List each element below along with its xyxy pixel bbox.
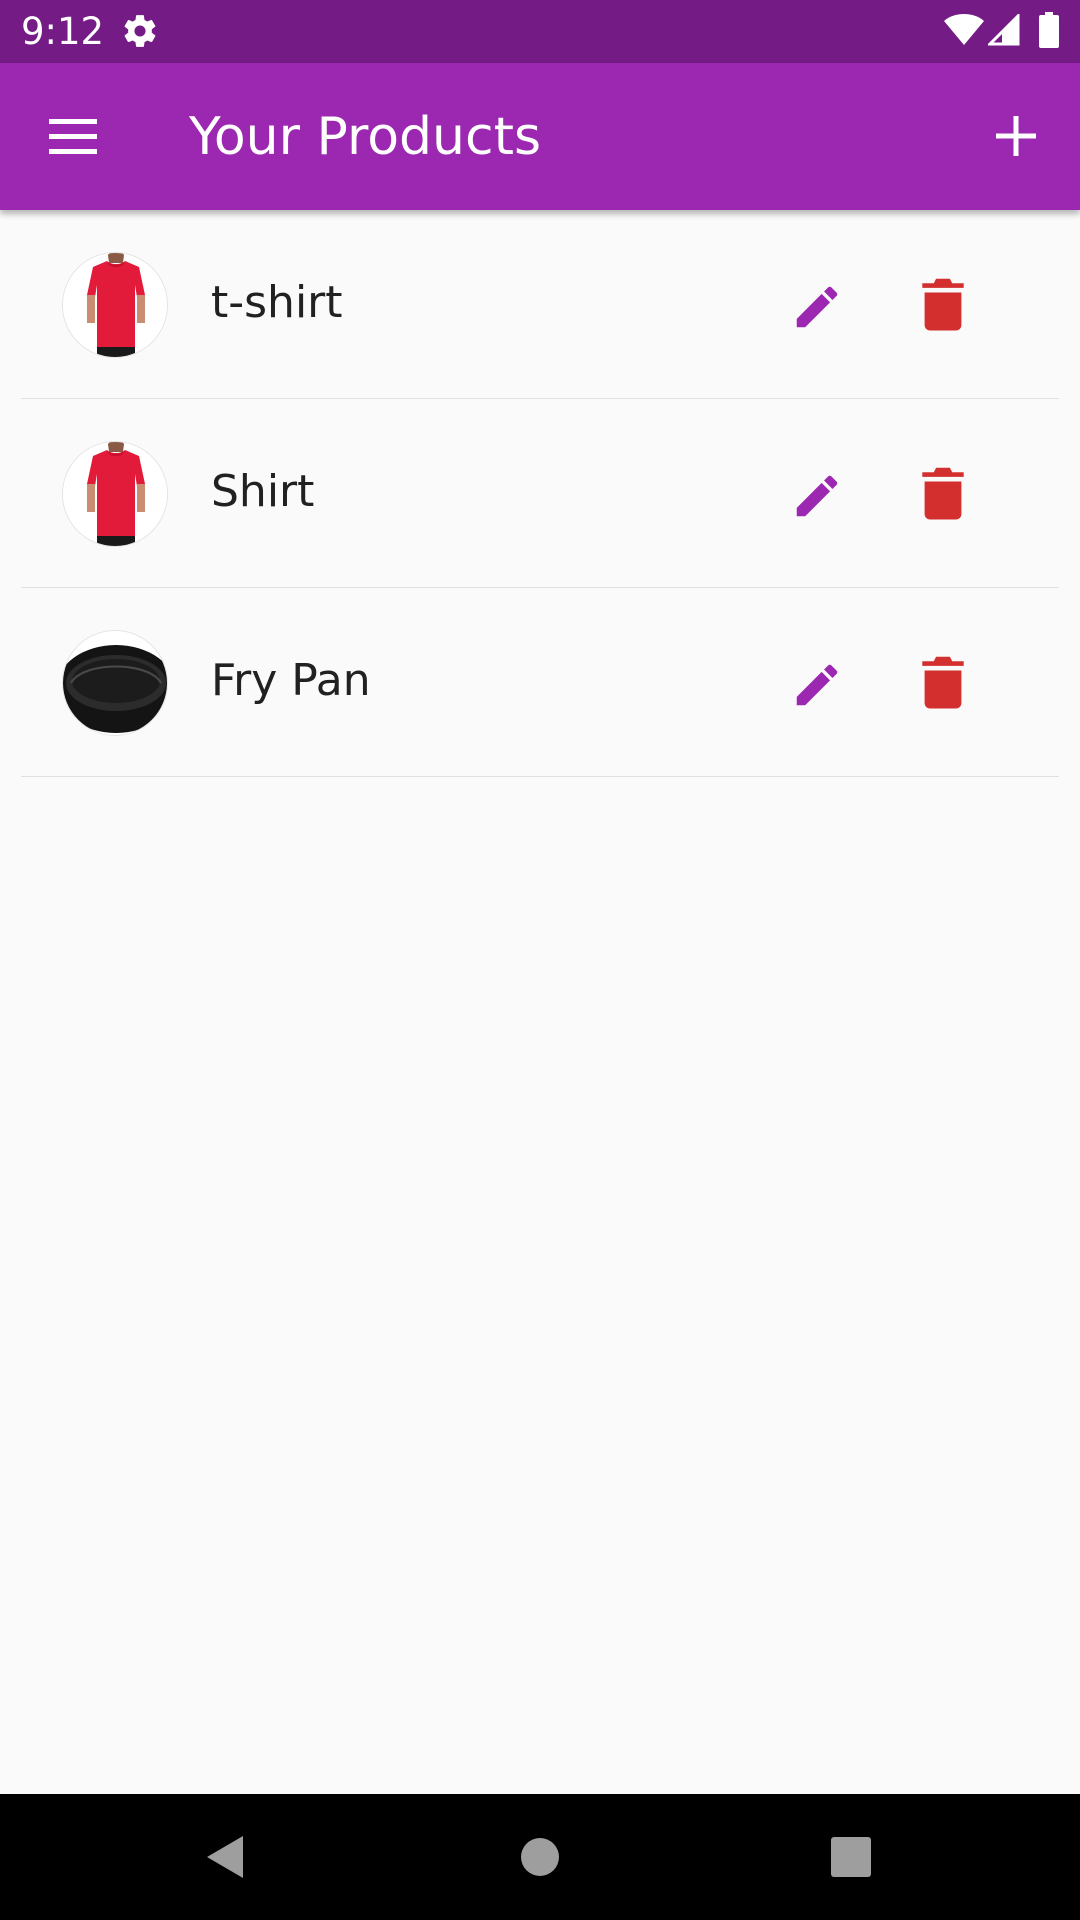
status-time: 9:12 xyxy=(21,10,105,53)
product-thumbnail xyxy=(62,252,168,358)
navigation-bar xyxy=(0,1794,1080,1920)
battery-icon xyxy=(1039,12,1059,48)
back-icon[interactable] xyxy=(205,1834,245,1880)
edit-button[interactable] xyxy=(790,469,844,523)
product-thumbnail xyxy=(62,630,168,736)
delete-button[interactable] xyxy=(920,465,966,521)
recents-icon[interactable] xyxy=(830,1836,872,1878)
settings-icon xyxy=(124,15,156,47)
edit-button[interactable] xyxy=(790,280,844,334)
edit-button[interactable] xyxy=(790,658,844,712)
product-thumbnail xyxy=(62,441,168,547)
page-title: Your Products xyxy=(189,107,542,167)
black-fry-pan-image xyxy=(63,631,167,735)
product-list: t-shirt Shirt Fry Pan xyxy=(0,210,1080,777)
menu-icon[interactable] xyxy=(44,113,102,159)
delete-button[interactable] xyxy=(920,654,966,710)
status-bar: 9:12 xyxy=(0,0,1080,63)
product-name: Shirt xyxy=(211,466,315,517)
product-row: Shirt xyxy=(0,399,1080,588)
delete-button[interactable] xyxy=(920,276,966,332)
add-icon[interactable] xyxy=(990,110,1042,162)
signal-icon xyxy=(988,14,1020,46)
product-name: Fry Pan xyxy=(211,655,371,706)
red-tshirt-image xyxy=(63,442,167,546)
app-bar: Your Products xyxy=(0,63,1080,210)
product-row: t-shirt xyxy=(0,210,1080,399)
product-name: t-shirt xyxy=(211,277,343,328)
wifi-icon xyxy=(944,14,984,45)
red-tshirt-image xyxy=(63,253,167,357)
home-icon[interactable] xyxy=(520,1837,560,1877)
product-row: Fry Pan xyxy=(0,588,1080,777)
